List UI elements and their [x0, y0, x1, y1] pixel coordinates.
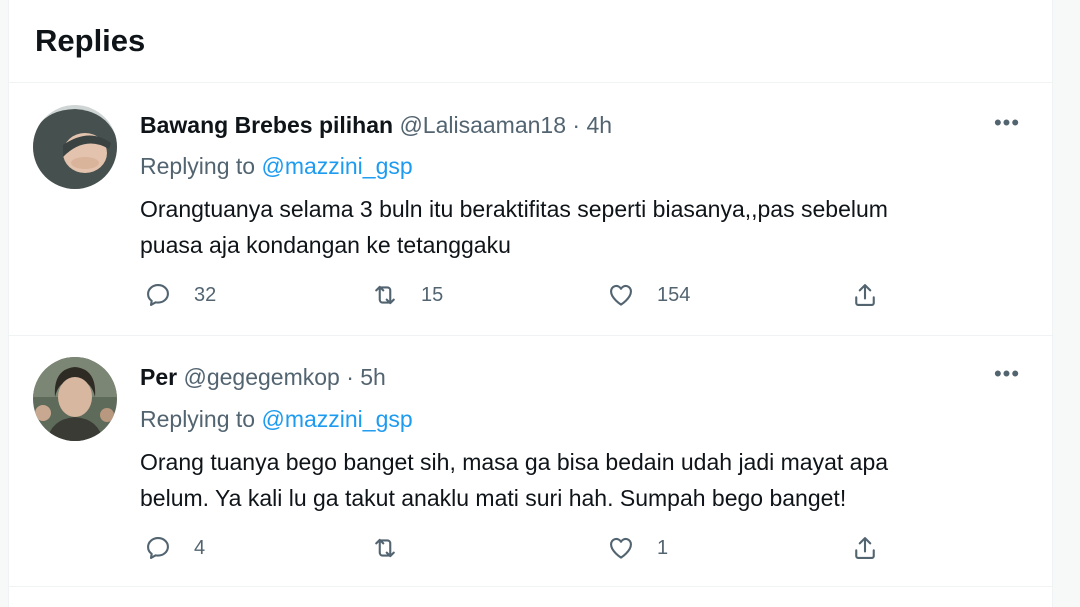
- replies-panel: Replies Bawang Brebes pilihan @Lalisaama…: [8, 0, 1053, 607]
- reply-count: 4: [194, 536, 206, 559]
- tweet-text: Orang tuanya bego banget sih, masa ga bi…: [140, 444, 1020, 516]
- more-icon[interactable]: •••: [990, 112, 1024, 139]
- reply-icon: [147, 537, 169, 559]
- replying-to: Replying to @mazzini_gsp: [140, 405, 413, 433]
- share-button[interactable]: [851, 281, 879, 309]
- avatar[interactable]: [33, 105, 117, 189]
- timestamp[interactable]: · 5h: [346, 364, 386, 390]
- retweet-icon: [375, 285, 395, 305]
- display-name[interactable]: Per: [140, 364, 177, 390]
- replies-header: Replies: [9, 0, 1052, 83]
- replying-to: Replying to @mazzini_gsp: [140, 152, 413, 180]
- replying-to-label: Replying to: [140, 153, 256, 179]
- like-button[interactable]: 1: [607, 534, 668, 562]
- share-icon: [855, 284, 875, 306]
- tweet-text-line: Orang tuanya bego banget sih, masa ga bi…: [140, 449, 889, 475]
- reply-button[interactable]: 4: [144, 534, 205, 562]
- tweet-text-line: Orangtuanya selama 3 buln itu beraktifit…: [140, 196, 888, 222]
- mention-link[interactable]: @mazzini_gsp: [261, 153, 412, 179]
- mention-link[interactable]: @mazzini_gsp: [261, 406, 412, 432]
- reply-tweet[interactable]: Bawang Brebes pilihan @Lalisaaman18 · 4h…: [9, 83, 1052, 336]
- retweet-button[interactable]: 15: [371, 281, 443, 309]
- share-icon: [855, 537, 875, 559]
- reply-tweet[interactable]: Per @gegegemkop · 5h ••• Replying to @ma…: [9, 336, 1052, 587]
- like-count: 1: [657, 536, 669, 559]
- replying-to-label: Replying to: [140, 406, 256, 432]
- avatar[interactable]: [33, 357, 117, 441]
- reply-icon: [147, 284, 169, 306]
- like-button[interactable]: 154: [607, 281, 690, 309]
- more-icon[interactable]: •••: [990, 363, 1024, 390]
- heart-icon: [610, 537, 632, 559]
- share-button[interactable]: [851, 534, 879, 562]
- user-handle[interactable]: @Lalisaaman18: [399, 112, 566, 138]
- heart-icon: [610, 284, 632, 306]
- reply-count: 32: [194, 283, 217, 306]
- retweet-icon: [375, 538, 395, 558]
- retweet-count: 15: [421, 283, 444, 306]
- timestamp[interactable]: · 4h: [572, 112, 612, 138]
- tweet-text: Orangtuanya selama 3 buln itu beraktifit…: [140, 191, 1020, 263]
- tweet-text-line: belum. Ya kali lu ga takut anaklu mati s…: [140, 485, 847, 511]
- user-handle[interactable]: @gegegemkop: [183, 364, 339, 390]
- like-count: 154: [657, 283, 691, 306]
- page-title: Replies: [35, 23, 146, 58]
- tweet-text-line: puasa aja kondangan ke tetanggaku: [140, 232, 511, 258]
- reply-button[interactable]: 32: [144, 281, 216, 309]
- tweet-header: Bawang Brebes pilihan @Lalisaaman18 · 4h: [140, 111, 612, 139]
- display-name[interactable]: Bawang Brebes pilihan: [140, 112, 393, 138]
- tweet-header: Per @gegegemkop · 5h: [140, 363, 386, 391]
- retweet-button[interactable]: [371, 534, 421, 562]
